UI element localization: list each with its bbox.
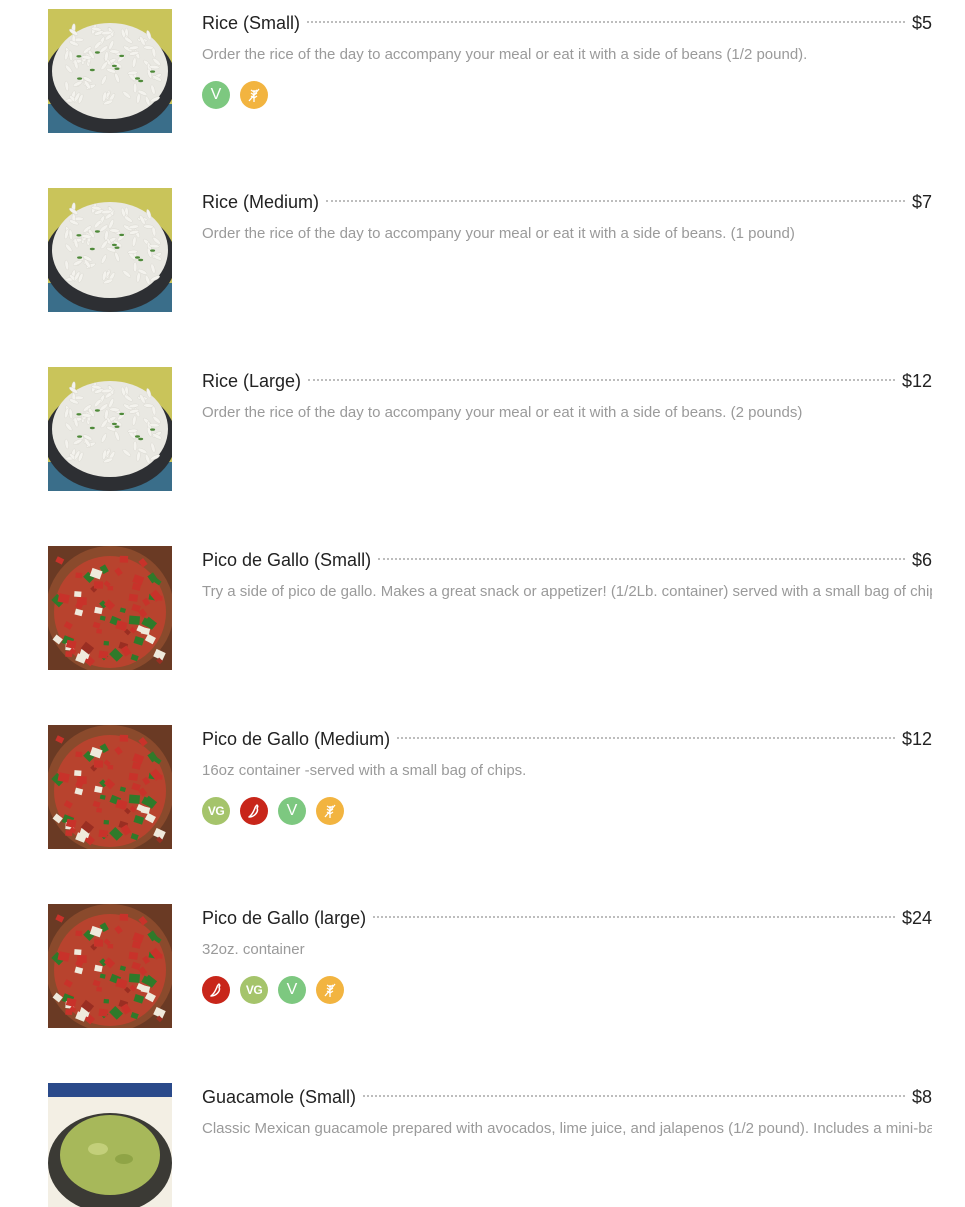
dietary-badges: V: [202, 81, 932, 109]
item-price: $8: [911, 1087, 932, 1107]
menu-item[interactable]: Pico de Gallo (Small) $6 Try a side of p…: [48, 546, 932, 670]
vegan-icon[interactable]: VG: [240, 976, 268, 1004]
item-info: Pico de Gallo (Small) $6 Try a side of p…: [202, 546, 932, 602]
item-info: Pico de Gallo (large) $24 32oz. containe…: [202, 904, 932, 1004]
item-description: Order the rice of the day to accompany y…: [202, 46, 808, 63]
item-name[interactable]: Rice (Large): [202, 367, 301, 395]
item-price: $6: [911, 550, 932, 570]
dot-leader: [326, 200, 905, 202]
dot-leader: [378, 558, 905, 560]
dot-leader: [308, 379, 895, 381]
menu-item[interactable]: Guacamole (Small) $8 Classic Mexican gua…: [48, 1083, 932, 1207]
item-price: $12: [901, 729, 932, 749]
dot-leader: [397, 737, 895, 739]
dietary-badges: VG V: [202, 797, 932, 825]
pico-bowl-photo[interactable]: [48, 725, 172, 849]
menu-item[interactable]: Pico de Gallo (Medium) $12 16oz containe…: [48, 725, 932, 849]
menu-item[interactable]: Pico de Gallo (large) $24 32oz. containe…: [48, 904, 932, 1028]
item-name[interactable]: Rice (Small): [202, 9, 300, 37]
vegetarian-icon[interactable]: V: [202, 81, 230, 109]
chili-pepper-icon[interactable]: [202, 976, 230, 1004]
pico-bowl-photo[interactable]: [48, 904, 172, 1028]
item-title-row: Rice (Large) $12: [202, 367, 932, 395]
rice-bowl-photo[interactable]: [48, 9, 172, 133]
item-description: 32oz. container: [202, 941, 305, 958]
item-title-row: Pico de Gallo (Medium) $12: [202, 725, 932, 753]
item-title-row: Pico de Gallo (Small) $6: [202, 546, 932, 574]
gluten-free-icon[interactable]: [240, 81, 268, 109]
item-title-row: Pico de Gallo (large) $24: [202, 904, 932, 932]
vegetarian-icon[interactable]: V: [278, 976, 306, 1004]
guacamole-bowl-photo[interactable]: [48, 1083, 172, 1207]
dot-leader: [363, 1095, 905, 1097]
item-description: Try a side of pico de gallo. Makes a gre…: [202, 583, 932, 600]
item-description: Order the rice of the day to accompany y…: [202, 225, 795, 242]
vegan-icon[interactable]: VG: [202, 797, 230, 825]
item-info: Guacamole (Small) $8 Classic Mexican gua…: [202, 1083, 932, 1139]
item-price: $7: [911, 192, 932, 212]
item-name[interactable]: Rice (Medium): [202, 188, 319, 216]
item-info: Rice (Medium) $7 Order the rice of the d…: [202, 188, 932, 244]
gluten-free-icon[interactable]: [316, 976, 344, 1004]
dot-leader: [373, 916, 895, 918]
rice-bowl-photo[interactable]: [48, 367, 172, 491]
item-name[interactable]: Pico de Gallo (Small): [202, 546, 371, 574]
item-name[interactable]: Guacamole (Small): [202, 1083, 356, 1111]
menu-item[interactable]: Rice (Small) $5 Order the rice of the da…: [48, 9, 932, 133]
gluten-free-icon[interactable]: [316, 797, 344, 825]
item-info: Rice (Large) $12 Order the rice of the d…: [202, 367, 932, 423]
item-description: Classic Mexican guacamole prepared with …: [202, 1120, 932, 1137]
vegetarian-icon[interactable]: V: [278, 797, 306, 825]
item-price: $5: [911, 13, 932, 33]
dietary-badges: VG V: [202, 976, 932, 1004]
item-name[interactable]: Pico de Gallo (Medium): [202, 725, 390, 753]
pico-bowl-photo[interactable]: [48, 546, 172, 670]
item-description: Order the rice of the day to accompany y…: [202, 404, 803, 421]
dot-leader: [307, 21, 905, 23]
item-price: $12: [901, 371, 932, 391]
item-description: 16oz container -served with a small bag …: [202, 762, 527, 779]
item-title-row: Guacamole (Small) $8: [202, 1083, 932, 1111]
item-title-row: Rice (Medium) $7: [202, 188, 932, 216]
item-title-row: Rice (Small) $5: [202, 9, 932, 37]
item-price: $24: [901, 908, 932, 928]
rice-bowl-photo[interactable]: [48, 188, 172, 312]
menu-item[interactable]: Rice (Large) $12 Order the rice of the d…: [48, 367, 932, 491]
item-name[interactable]: Pico de Gallo (large): [202, 904, 366, 932]
chili-pepper-icon[interactable]: [240, 797, 268, 825]
item-info: Pico de Gallo (Medium) $12 16oz containe…: [202, 725, 932, 825]
menu-item[interactable]: Rice (Medium) $7 Order the rice of the d…: [48, 188, 932, 312]
item-info: Rice (Small) $5 Order the rice of the da…: [202, 9, 932, 109]
